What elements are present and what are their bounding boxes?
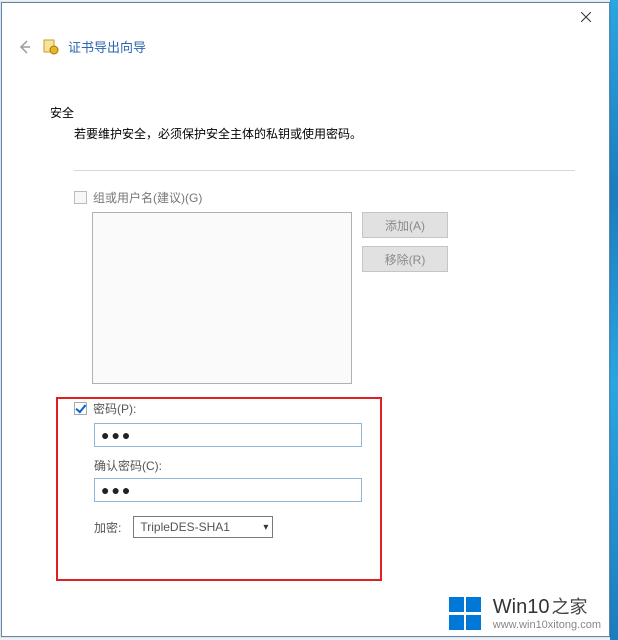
windows-logo-icon: [449, 597, 483, 631]
arrow-left-icon: [17, 39, 33, 55]
group-buttons: 添加(A) 移除(R): [362, 212, 448, 384]
group-checkbox[interactable]: [74, 191, 87, 204]
watermark-brand-main: Win10: [493, 596, 550, 619]
watermark-brand: Win10 之家: [493, 596, 601, 619]
certificate-icon: [42, 38, 60, 56]
encryption-selected: TripleDES-SHA1: [140, 520, 230, 534]
confirm-password-label: 确认密码(C):: [94, 457, 575, 474]
password-value: ●●●: [101, 427, 132, 443]
desktop-background-strip: [610, 0, 618, 640]
remove-button[interactable]: 移除(R): [362, 246, 448, 272]
section-heading: 安全: [50, 104, 575, 121]
encryption-label: 加密:: [94, 519, 121, 536]
password-checkbox-label: 密码(P):: [93, 400, 136, 417]
confirm-password-value: ●●●: [101, 482, 132, 498]
password-area: 密码(P): ●●● 确认密码(C): ●●● 加密: TripleDES-SH…: [50, 400, 575, 538]
back-button[interactable]: [16, 38, 34, 56]
titlebar: [2, 3, 609, 31]
group-checkbox-label: 组或用户名(建议)(G): [93, 189, 202, 206]
close-button[interactable]: [563, 3, 609, 31]
wizard-title: 证书导出向导: [68, 37, 146, 56]
close-icon: [581, 12, 591, 22]
group-checkbox-row: 组或用户名(建议)(G): [50, 189, 575, 206]
watermark-text: Win10 之家 www.win10xitong.com: [493, 596, 601, 632]
encryption-select[interactable]: TripleDES-SHA1 ▾: [133, 516, 273, 538]
divider: [74, 170, 575, 171]
password-input[interactable]: ●●●: [94, 423, 362, 447]
encryption-row: 加密: TripleDES-SHA1 ▾: [94, 516, 575, 538]
password-checkbox[interactable]: [74, 402, 87, 415]
chevron-down-icon: ▾: [263, 522, 268, 533]
group-users-listbox[interactable]: [92, 212, 352, 384]
add-button[interactable]: 添加(A): [362, 212, 448, 238]
content-area: 安全 若要维护安全，必须保护安全主体的私钥或使用密码。 组或用户名(建议)(G)…: [2, 70, 609, 538]
watermark-brand-suffix: 之家: [551, 597, 587, 618]
group-listbox-row: 添加(A) 移除(R): [50, 212, 575, 384]
section-description: 若要维护安全，必须保护安全主体的私钥或使用密码。: [50, 125, 575, 142]
nav-row: 证书导出向导: [2, 31, 609, 70]
watermark-url: www.win10xitong.com: [493, 619, 601, 632]
watermark: Win10 之家 www.win10xitong.com: [449, 596, 601, 632]
wizard-window: 证书导出向导 安全 若要维护安全，必须保护安全主体的私钥或使用密码。 组或用户名…: [1, 2, 610, 637]
confirm-password-input[interactable]: ●●●: [94, 478, 362, 502]
password-checkbox-row: 密码(P):: [74, 400, 575, 417]
